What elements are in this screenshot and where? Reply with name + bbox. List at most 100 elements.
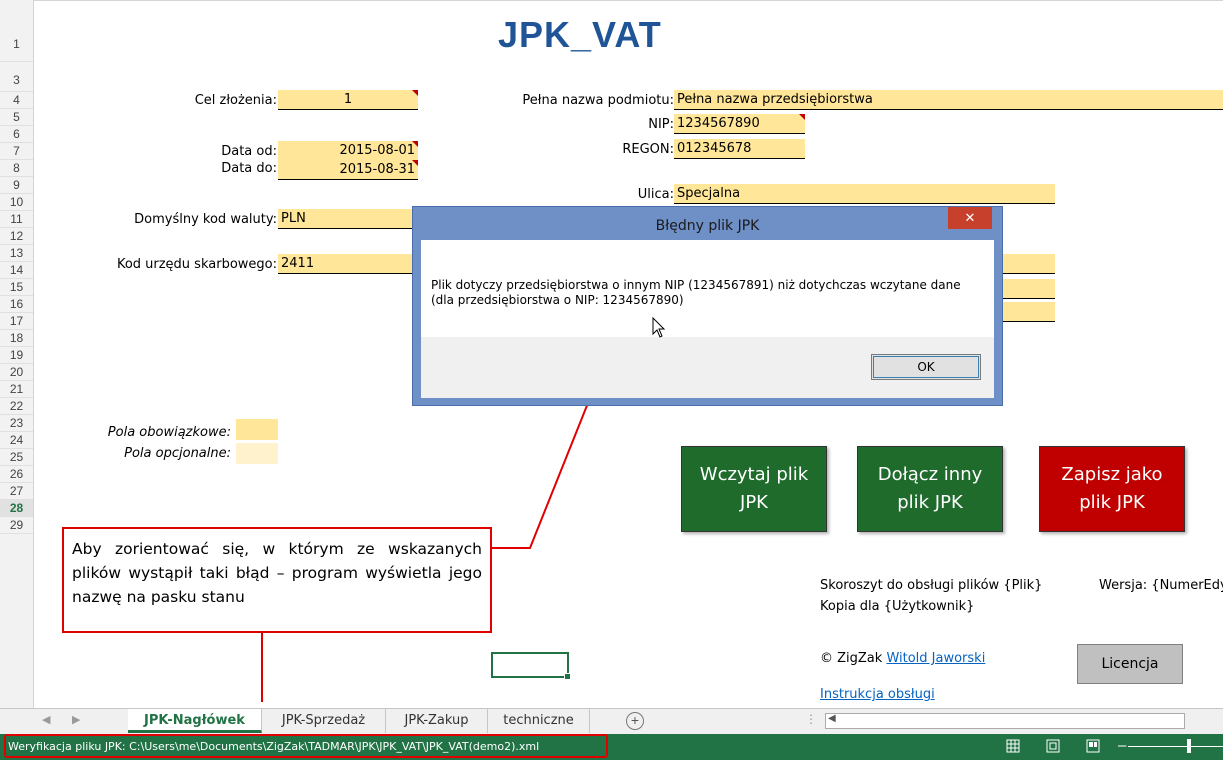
cel-label: Cel złożenia:	[194, 93, 277, 108]
row-number[interactable]: 6	[0, 126, 33, 143]
row-number[interactable]: 5	[0, 109, 33, 126]
dialog-body: Plik dotyczy przedsiębiorstwa o innym NI…	[421, 240, 994, 398]
row-number[interactable]: 7	[0, 143, 33, 160]
comment-marker	[412, 90, 418, 96]
grid-top-line	[34, 0, 1223, 1]
row-number[interactable]: 13	[0, 245, 33, 262]
tab-jpk-zakup[interactable]: JPK-Zakup	[386, 709, 488, 733]
data-do-label: Data do:	[221, 161, 277, 176]
row-number[interactable]: 1	[0, 0, 33, 62]
row-number[interactable]: 21	[0, 381, 33, 398]
row-number[interactable]: 23	[0, 415, 33, 432]
author-link[interactable]: Witold Jaworski	[886, 651, 985, 666]
copyright-prefix: © ZigZak	[820, 651, 887, 666]
ulica-label: Ulica:	[637, 187, 674, 202]
dialog-message: Plik dotyczy przedsiębiorstwa o innym NI…	[431, 278, 961, 307]
license-button[interactable]: Licencja	[1077, 644, 1183, 684]
row-number[interactable]: 25	[0, 449, 33, 466]
nazwa-label: Pełna nazwa podmiotu:	[522, 93, 674, 108]
data-od-label: Data od:	[221, 144, 277, 159]
tab-scroll-right-icon[interactable]: ▶	[72, 713, 80, 726]
row-number[interactable]: 20	[0, 364, 33, 381]
legend-required-swatch	[236, 419, 278, 440]
dialog-footer: OK	[421, 337, 994, 398]
page-break-icon[interactable]	[1086, 739, 1100, 753]
tab-jpk-naglowek[interactable]: JPK-Nagłówek	[128, 709, 262, 733]
row-number[interactable]: 29	[0, 517, 33, 534]
dialog-title: Błędny plik JPK	[655, 218, 760, 234]
nip-label: NIP:	[648, 117, 674, 132]
data-od-value: 2015-08-01	[339, 143, 415, 158]
nip-cell[interactable]: 1234567890	[674, 114, 805, 134]
page-layout-icon[interactable]	[1046, 739, 1060, 753]
dialog-close-button[interactable]: ✕	[948, 207, 992, 229]
waluta-cell[interactable]: PLN	[278, 209, 418, 229]
save-jpk-button[interactable]: Zapisz jako plik JPK	[1039, 446, 1185, 532]
row-number[interactable]: 9	[0, 177, 33, 194]
row-number[interactable]: 17	[0, 313, 33, 330]
urzad-value: 2411	[281, 256, 315, 271]
zoom-slider-thumb[interactable]	[1187, 739, 1191, 753]
row-number[interactable]: 26	[0, 466, 33, 483]
selected-cell[interactable]	[491, 652, 571, 680]
horizontal-scrollbar[interactable]: ◀	[825, 713, 1185, 729]
load-jpk-button[interactable]: Wczytaj plik JPK	[681, 446, 827, 532]
nip-value: 1234567890	[677, 116, 760, 131]
row-number[interactable]: 12	[0, 228, 33, 245]
sheet-title: JPK_VAT	[498, 14, 662, 55]
workbook-info: Skoroszyt do obsługi plików {Plik}	[820, 578, 1043, 593]
scroll-left-arrow-icon[interactable]: ◀	[828, 713, 836, 724]
row-number-active[interactable]: 28	[0, 500, 33, 517]
manual-link[interactable]: Instrukcja obsługi	[820, 687, 935, 702]
save-jpk-label: Zapisz jako plik JPK	[1061, 464, 1163, 513]
sheet-tab-bar: ◀ ▶ JPK-Nagłówek JPK-Sprzedaż JPK-Zakup …	[0, 708, 1223, 734]
row-number[interactable]: 18	[0, 330, 33, 347]
waluta-value: PLN	[281, 211, 306, 226]
tab-techniczne[interactable]: techniczne	[488, 709, 590, 733]
add-sheet-icon[interactable]: +	[626, 712, 644, 730]
tab-jpk-sprzedaz[interactable]: JPK-Sprzedaż	[262, 709, 386, 733]
copyright-text: © ZigZak Witold Jaworski	[820, 651, 985, 666]
comment-marker	[412, 160, 418, 166]
tab-splitter-icon[interactable]: ⋮	[805, 712, 817, 726]
urzad-cell[interactable]: 2411	[278, 254, 418, 274]
data-od-cell[interactable]: 2015-08-01	[278, 141, 418, 161]
ulica-cell[interactable]: Specjalna	[674, 184, 1055, 204]
mouse-cursor-icon	[652, 317, 666, 338]
annotation-callout: Aby zorientować się, w którym ze wskazan…	[62, 527, 492, 633]
row-number[interactable]: 22	[0, 398, 33, 415]
waluta-label: Domyślny kod waluty:	[134, 212, 277, 227]
row-header[interactable]: 1 3 4 5 6 7 8 9 10 11 12 13 14 15 16 17 …	[0, 0, 34, 708]
row-number[interactable]: 8	[0, 160, 33, 177]
comment-marker	[799, 114, 805, 120]
copy-info: Kopia dla {Użytkownik}	[820, 599, 975, 614]
nazwa-cell[interactable]: Pełna nazwa przedsiębiorstwa	[674, 90, 1223, 110]
zoom-slider-track[interactable]	[1128, 746, 1223, 747]
legend-optional-swatch	[236, 443, 278, 464]
row-number[interactable]: 27	[0, 483, 33, 500]
tab-scroll-left-icon[interactable]: ◀	[42, 713, 50, 726]
row-number[interactable]: 14	[0, 262, 33, 279]
nazwa-value: Pełna nazwa przedsiębiorstwa	[677, 92, 873, 107]
urzad-label: Kod urzędu skarbowego:	[116, 257, 277, 272]
data-do-cell[interactable]: 2015-08-31	[278, 160, 418, 180]
row-number[interactable]: 15	[0, 279, 33, 296]
worksheet[interactable]: 1 3 4 5 6 7 8 9 10 11 12 13 14 15 16 17 …	[0, 0, 1223, 708]
dialog-ok-button[interactable]: OK	[871, 354, 981, 380]
row-number[interactable]: 16	[0, 296, 33, 313]
append-jpk-button[interactable]: Dołącz inny plik JPK	[857, 446, 1003, 532]
error-dialog[interactable]: Błędny plik JPK ✕ Plik dotyczy przedsięb…	[412, 206, 1003, 406]
cel-cell[interactable]: 1	[278, 90, 418, 110]
row-number[interactable]: 3	[0, 62, 33, 92]
row-number[interactable]: 11	[0, 211, 33, 228]
ulica-value: Specjalna	[677, 186, 741, 201]
row-number[interactable]: 19	[0, 347, 33, 364]
row-number[interactable]: 4	[0, 92, 33, 109]
comment-marker	[412, 141, 418, 147]
normal-view-icon[interactable]	[1006, 739, 1020, 753]
row-number[interactable]: 24	[0, 432, 33, 449]
zoom-out-icon[interactable]: –	[1118, 737, 1126, 754]
regon-cell[interactable]: 012345678	[674, 139, 805, 159]
row-number[interactable]: 10	[0, 194, 33, 211]
data-do-value: 2015-08-31	[339, 162, 415, 177]
